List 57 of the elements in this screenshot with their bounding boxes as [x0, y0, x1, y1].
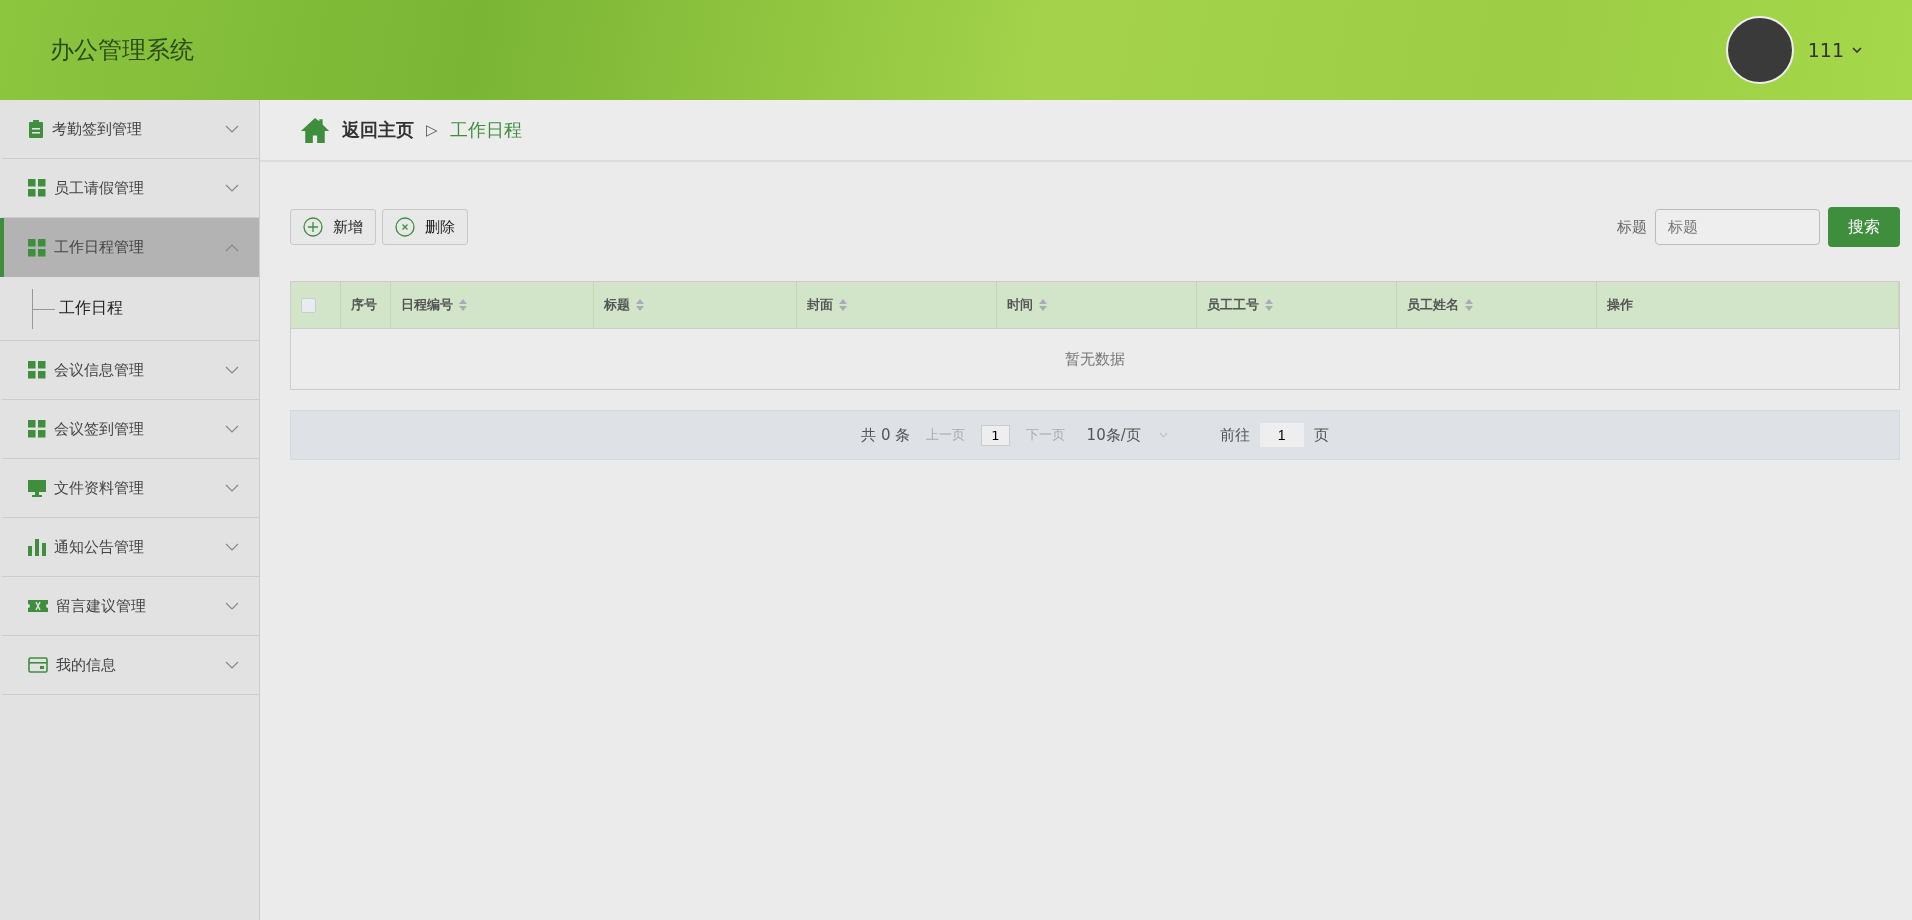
chevron-down-icon	[225, 484, 239, 492]
grid-icon	[28, 420, 46, 438]
chevron-down-icon	[225, 425, 239, 433]
current-page: 工作日程	[449, 118, 522, 142]
grid-icon	[28, 179, 46, 197]
clipboard-icon	[28, 120, 44, 138]
add-button[interactable]: 新增	[290, 209, 376, 245]
goto-label: 前往	[1219, 425, 1250, 445]
page-number[interactable]: 1	[981, 424, 1010, 446]
column-header[interactable]: 封面	[797, 282, 997, 328]
chevron-down-icon	[225, 125, 239, 133]
breadcrumb-separator: ▷	[426, 121, 438, 139]
grid-icon	[28, 361, 46, 379]
home-icon[interactable]	[300, 117, 330, 143]
plus-circle-icon	[303, 217, 323, 237]
menu-item[interactable]: 工作日程管理	[0, 218, 259, 277]
caret-icon	[1158, 432, 1168, 438]
column-header[interactable]: 员工工号	[1197, 282, 1397, 328]
empty-message: 暂无数据	[1065, 349, 1125, 369]
chevron-up-icon	[225, 243, 239, 252]
sort-icon[interactable]	[459, 299, 467, 311]
search-label: 标题	[1617, 217, 1647, 237]
chevron-down-icon	[225, 543, 239, 551]
sort-icon[interactable]	[1039, 299, 1047, 311]
column-header: 操作	[1597, 282, 1899, 328]
home-link[interactable]: 返回主页	[342, 118, 414, 142]
search-button[interactable]: 搜索	[1828, 207, 1900, 247]
sort-icon[interactable]	[1265, 299, 1273, 311]
column-header[interactable]: 时间	[997, 282, 1197, 328]
column-header[interactable]: 标题	[594, 282, 797, 328]
chevron-down-icon	[225, 661, 239, 669]
chevron-down-icon	[225, 602, 239, 610]
total-count: 共 0 条	[861, 425, 911, 445]
close-circle-icon	[395, 217, 415, 237]
column-header[interactable]: 日程编号	[391, 282, 594, 328]
delete-button[interactable]: 删除	[382, 209, 468, 245]
column-header[interactable]: 员工姓名	[1397, 282, 1597, 328]
goto-page-field[interactable]: 1	[1259, 423, 1304, 447]
search-field[interactable]: 标题	[1655, 209, 1820, 245]
checkbox[interactable]	[301, 297, 316, 313]
grid-icon	[28, 238, 46, 257]
chevron-down-icon	[225, 184, 239, 192]
sort-icon[interactable]	[839, 299, 847, 311]
chevron-down-icon	[225, 366, 239, 374]
submenu-item[interactable]: 工作日程	[55, 298, 123, 319]
card-icon	[28, 657, 48, 673]
monitor-icon	[28, 479, 46, 497]
app-title: 办公管理系统	[50, 35, 194, 66]
page-suffix: 页	[1313, 425, 1329, 445]
column-header: 序号	[341, 282, 391, 328]
ticket-icon	[28, 598, 48, 614]
caret-icon	[1852, 47, 1862, 53]
bar-chart-icon	[28, 538, 46, 556]
page-size-select[interactable]: 10条/页	[1080, 424, 1174, 446]
sort-icon[interactable]	[636, 299, 644, 311]
user-menu[interactable]: 111	[1807, 39, 1862, 61]
sort-icon[interactable]	[1465, 299, 1473, 311]
